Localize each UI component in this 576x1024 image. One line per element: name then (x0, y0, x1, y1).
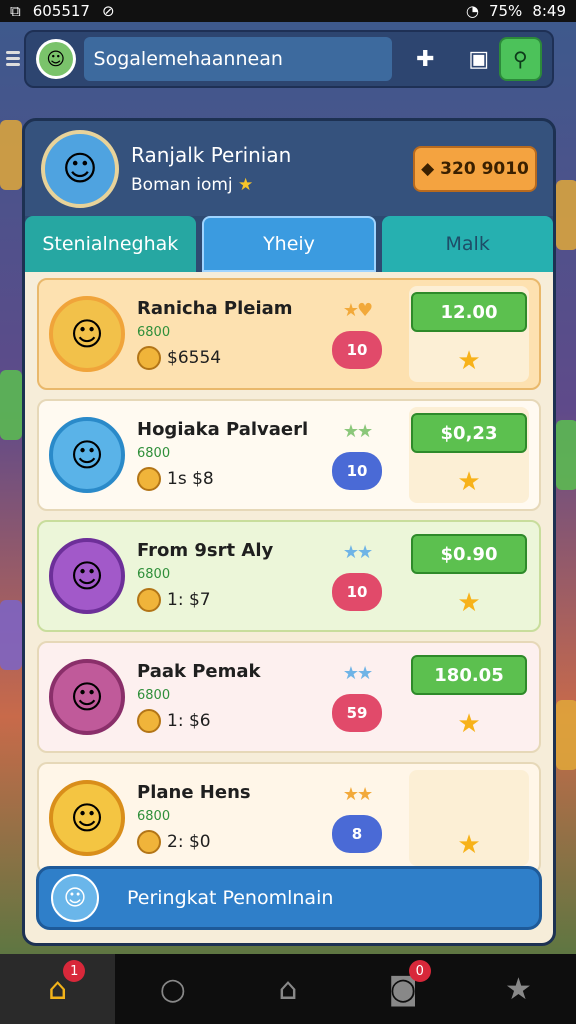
rating-stars: ★★ (342, 420, 373, 442)
list-item[interactable]: ☺ Ranicha Pleiam 6800 $6554 ★♥ 10 12.00 ★ (37, 278, 541, 390)
time: 8:49 (532, 2, 566, 20)
rating-stars: ★★ (342, 541, 373, 563)
rating-stars: ★★ (342, 783, 373, 805)
ranking-label: Peringkat Penomlnain (127, 887, 334, 909)
player-list: ☺ Ranicha Pleiam 6800 $6554 ★♥ 10 12.00 ★ … (25, 272, 553, 943)
coins-badge[interactable]: ◆ 320 9010 (413, 145, 537, 192)
player-avatar: ☺ (49, 780, 125, 856)
profile-subtitle: Boman iomj (131, 174, 233, 195)
profile-avatar[interactable]: ☺ (41, 129, 119, 208)
home-icon[interactable]: ⌂ 1 (0, 954, 116, 1024)
player-stat: $6554 (167, 348, 222, 368)
star-icon: ★ (238, 174, 254, 195)
coin-icon (137, 346, 161, 370)
favorite-star-icon[interactable]: ★ (457, 709, 480, 739)
coin-icon (137, 467, 161, 491)
search-button[interactable]: ⚲ (498, 37, 542, 81)
menu-icon[interactable] (6, 48, 20, 70)
price-button[interactable]: $0,23 (411, 413, 527, 453)
tab-2[interactable]: Yheiy (201, 216, 377, 272)
player-sub: 6800 (137, 809, 171, 824)
level-badge: 10 (332, 451, 382, 490)
player-sub: 6800 (137, 325, 171, 340)
level-badge: 8 (332, 814, 382, 853)
status-left-text: 605517 (32, 2, 90, 20)
tab-bar: Stenialneghak Yheiy Malk (25, 216, 553, 272)
price-button[interactable]: 12.00 (411, 292, 527, 332)
sync-icon: ⊘ (101, 2, 115, 20)
rating-stars: ★♥ (342, 299, 373, 321)
coin-icon (137, 709, 161, 733)
price-button[interactable]: 180.05 (411, 655, 527, 695)
search-icon[interactable]: ○ (115, 954, 230, 1024)
coin-icon (137, 588, 161, 612)
list-item[interactable]: ☺ Plane Hens 6800 2: $0 ★★ 8 ★ (37, 762, 541, 874)
search-text: Sogalemehaannean (93, 48, 283, 70)
player-sub: 6800 (137, 567, 171, 582)
player-name: Hogiaka Palvaerl (137, 419, 309, 440)
leaderboard-panel: ☺ Ranjalk Perinian Boman iomj ★ ◆ 320 90… (22, 118, 556, 946)
favorite-star-icon[interactable]: ★ (457, 830, 480, 860)
battery-text: 75% (488, 2, 523, 20)
favorite-star-icon[interactable]: ★ (457, 467, 480, 497)
gem-icon: ◆ (421, 158, 435, 179)
list-item[interactable]: ☺ From 9srt Aly 6800 1: $7 ★★ 10 $0.90 ★ (37, 520, 541, 632)
home-badge: 1 (63, 960, 86, 982)
app-icon: ⧉ (10, 2, 21, 20)
player-stat: 1: $6 (167, 711, 211, 731)
player-avatar: ☺ (49, 659, 125, 735)
level-badge: 59 (332, 693, 382, 732)
coin-icon (137, 830, 161, 854)
player-avatar: ☺ (49, 417, 125, 493)
player-avatar: ☺ (49, 538, 125, 614)
player-name: Plane Hens (137, 782, 251, 803)
player-avatar: ☺ (49, 296, 125, 372)
player-stat: 2: $0 (167, 832, 211, 852)
coins-value: 320 9010 (440, 158, 529, 179)
user-avatar[interactable]: ☺ (36, 39, 76, 79)
tab-3[interactable]: Malk (382, 216, 553, 272)
player-sub: 6800 (137, 446, 171, 461)
list-item[interactable]: ☺ Hogiaka Palvaerl 6800 1s $8 ★★ 10 $0,23… (37, 399, 541, 511)
puzzle-icon[interactable]: ✚ (406, 39, 445, 79)
level-badge: 10 (332, 572, 382, 611)
tab-1[interactable]: Stenialneghak (25, 216, 196, 272)
player-name: Ranicha Pleiam (137, 298, 293, 319)
search-input[interactable]: Sogalemehaannean (83, 37, 392, 81)
favorite-star-icon[interactable]: ★ (457, 346, 480, 376)
player-name: Paak Pemak (137, 661, 261, 682)
top-bar: ☺ Sogalemehaannean ✚ ▣ ⚲ (24, 30, 554, 88)
rank-avatar: ☺ (51, 874, 99, 922)
ranking-bar[interactable]: ☺ Peringkat Penomlnain (36, 866, 542, 930)
level-badge: 10 (332, 330, 382, 369)
player-sub: 6800 (137, 688, 171, 703)
star-icon[interactable]: ★ (461, 954, 576, 1024)
camera-icon[interactable]: ◙ 0 (346, 954, 461, 1024)
profile-header: ☺ Ranjalk Perinian Boman iomj ★ ◆ 320 90… (25, 121, 553, 216)
status-bar: ⧉ 605517 ⊘ ◔ 75% 8:49 (0, 0, 576, 22)
price-button[interactable]: $0.90 (411, 534, 527, 574)
player-name: From 9srt Aly (137, 540, 274, 561)
bottom-nav: ⌂ 1 ○ ⌂ ◙ 0 ★ (0, 954, 576, 1024)
rating-stars: ★★ (342, 662, 373, 684)
bag-icon[interactable]: ⌂ (230, 954, 345, 1024)
box-icon[interactable]: ▣ (459, 39, 498, 79)
favorite-star-icon[interactable]: ★ (457, 588, 480, 618)
list-item[interactable]: ☺ Paak Pemak 6800 1: $6 ★★ 59 180.05 ★ (37, 641, 541, 753)
camera-badge: 0 (408, 960, 431, 982)
price-button[interactable] (411, 776, 527, 816)
player-stat: 1: $7 (167, 590, 211, 610)
player-stat: 1s $8 (167, 469, 214, 489)
wifi-icon: ◔ (465, 2, 479, 20)
profile-name: Ranjalk Perinian (131, 142, 292, 167)
